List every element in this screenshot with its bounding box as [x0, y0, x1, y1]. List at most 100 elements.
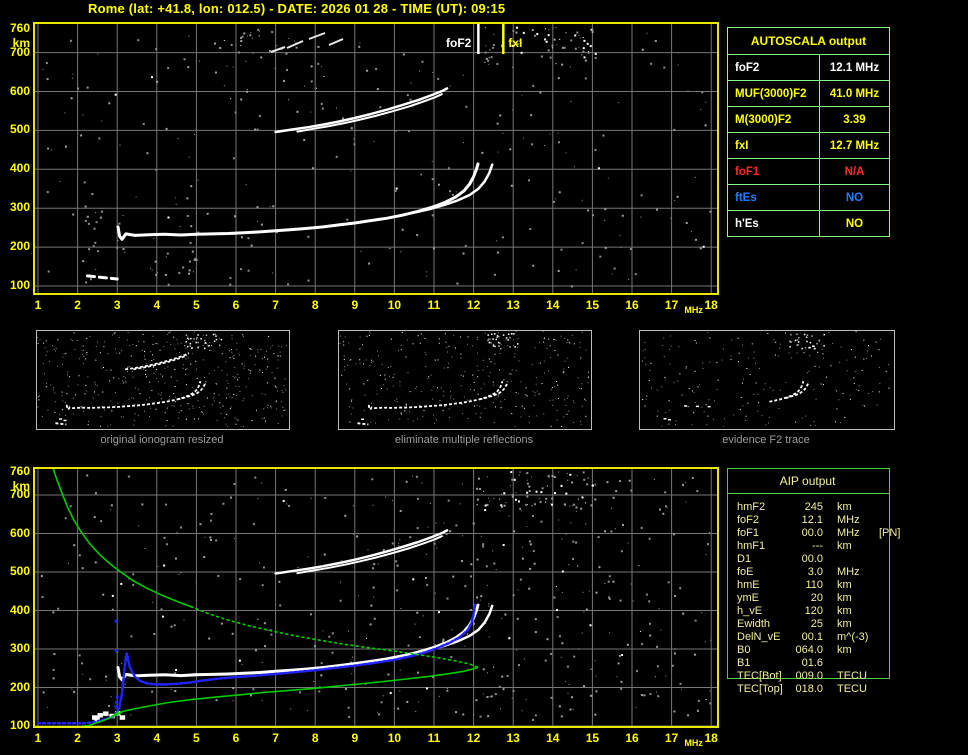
thumb0-canvas: [37, 331, 288, 428]
aip-row-value: 00.0: [801, 553, 823, 565]
x-tick-label: 15: [585, 298, 600, 312]
aip-row-unit: [823, 553, 869, 566]
thumbnail-caption: evidence F2 trace: [722, 434, 810, 446]
autoscala-row-label: fxI: [728, 133, 820, 158]
aip-row-label: D1: [737, 553, 752, 565]
series-hop2a: [274, 87, 449, 134]
aip-row-label: B1: [737, 657, 751, 669]
aip-row-unit: km: [837, 501, 852, 513]
aip-row: Ewidth 25 km: [737, 618, 907, 631]
aip-row-unit: [823, 657, 869, 670]
autoscala-row-value: NO: [845, 191, 864, 204]
aip-row-label: h_vE: [737, 605, 763, 617]
x-tick-label: 7: [272, 731, 279, 745]
aip-row-value: ---: [812, 540, 823, 552]
y-axis-unit: km: [12, 36, 30, 51]
aip-row-value: 01.6: [801, 657, 823, 669]
autoscala-row-label: MUF(3000)F2: [728, 81, 820, 106]
y-tick-label: 760: [9, 21, 30, 36]
x-tick-label: 14: [546, 731, 560, 745]
aip-row: h_vE 120 km: [737, 605, 907, 618]
autoscala-row: M(3000)F2 3.39: [728, 107, 889, 133]
aip-row-value: 25: [810, 618, 823, 630]
aip-row-unit: km: [837, 579, 852, 591]
y-tick-label: 500: [9, 564, 30, 578]
thumbnail-multiple-reflections-removed: [338, 330, 592, 430]
x-tick-label: 1: [34, 731, 42, 745]
aip-row-label: B0: [737, 644, 751, 656]
aip-row-label: foE: [737, 566, 754, 578]
aip-row-label: foF2: [737, 514, 760, 526]
aip-row: TEC[Bot] 009.0 TECU: [737, 670, 907, 683]
aip-row-value: 20: [810, 592, 823, 604]
autoscala-screen: Rome (lat: +41.8, lon: 012.5) - DATE: 20…: [0, 0, 968, 755]
autoscala-row-label: foF1: [728, 159, 820, 184]
x-tick-label: 2: [74, 731, 81, 745]
aip-row-extra: [869, 579, 907, 592]
series-hop2a: [274, 529, 449, 575]
x-tick-label: 7: [272, 298, 279, 312]
y-axis-unit: km: [12, 478, 30, 493]
series-bmain: [113, 603, 477, 717]
aip-row-extra: [869, 592, 907, 605]
aip-row-unit: TECU: [837, 683, 867, 695]
x-tick-label: 13: [506, 298, 520, 312]
x-tick-label: 1: [34, 298, 42, 312]
x-axis-unit: MHz: [684, 738, 703, 748]
aip-row: ymE 20 km: [737, 592, 907, 605]
series-f2x: [414, 604, 494, 655]
aip-row: D1 00.0: [737, 553, 907, 566]
autoscala-row: h'Es NO: [728, 211, 889, 236]
autoscala-row-value: 12.7 MHz: [829, 139, 880, 152]
series-f2x: [414, 163, 494, 214]
aip-row-value: 12.1: [801, 514, 823, 526]
aip-row-extra: [869, 683, 907, 696]
aip-row: B0 064.0 km: [737, 644, 907, 657]
aip-row: foF2 12.1 MHz: [737, 514, 907, 527]
y-tick-label: 400: [9, 602, 30, 617]
aip-row-extra: [869, 566, 907, 579]
aip-row-label: hmF1: [737, 540, 766, 552]
thumb2-canvas: [641, 331, 891, 428]
thumbnail-caption: original ionogram resized: [100, 434, 224, 446]
autoscala-row-value: 12.1 MHz: [829, 61, 880, 74]
x-tick-label: 16: [625, 298, 639, 312]
y-tick-label: 300: [9, 641, 30, 655]
aip-row-value: 00.1: [801, 631, 823, 643]
aip-row: DelN_vE 00.1 m^(-3): [737, 631, 907, 644]
aip-row-unit: km: [837, 592, 852, 604]
x-tick-label: 2: [74, 298, 81, 312]
aip-row-label: TEC[Top]: [737, 683, 783, 695]
aip-row-unit: km: [837, 540, 852, 552]
autoscala-row-value: 3.39: [843, 113, 866, 126]
ionogram-plot-bottom: [33, 467, 719, 728]
autoscala-row-label: h'Es: [728, 211, 820, 236]
x-tick-label: 8: [311, 731, 319, 745]
x-tick-label: 11: [427, 731, 441, 745]
aip-row-extra: [869, 605, 907, 618]
autoscala-row-value: 41.0 MHz: [829, 87, 880, 100]
autoscala-row-value: N/A: [844, 165, 865, 178]
aip-row-value: 00.0: [801, 527, 823, 539]
x-tick-label: 10: [387, 731, 402, 745]
autoscala-row-label: ftEs: [728, 185, 820, 210]
aip-row-label: hmE: [737, 579, 760, 591]
aip-row-extra: [PN]: [879, 527, 901, 539]
autoscala-row: fxI 12.7 MHz: [728, 133, 889, 159]
aip-row-value: 009.0: [795, 670, 823, 682]
aip-row-extra: [869, 644, 907, 657]
aip-row-value: 3.0: [807, 566, 823, 578]
marker-label-fxI: fxI: [508, 36, 522, 50]
y-tick-label: 600: [9, 525, 30, 540]
aip-title: AIP output: [779, 474, 836, 488]
x-tick-label: 16: [625, 731, 639, 745]
thumbnail-original-ionogram: [36, 330, 290, 430]
aip-row-extra: [869, 514, 907, 527]
aip-row-unit: MHz: [837, 566, 860, 578]
aip-row-value: 018.0: [795, 683, 823, 695]
aip-row: hmF2 245 km: [737, 501, 907, 514]
aip-row-label: DelN_vE: [737, 631, 781, 643]
aip-row: foE 3.0 MHz: [737, 566, 907, 579]
series-f2o: [116, 603, 480, 682]
y-tick-label: 760: [9, 463, 30, 478]
